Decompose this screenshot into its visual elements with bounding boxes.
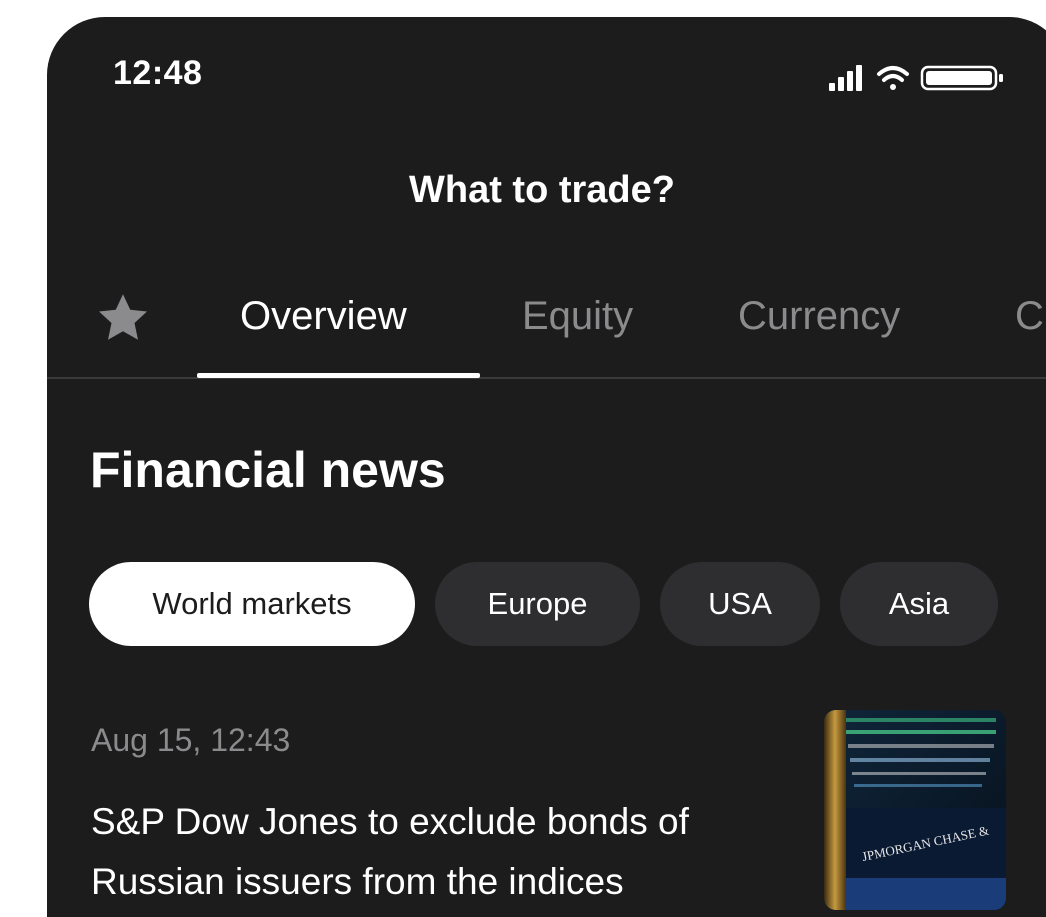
filter-chip-usa[interactable]: USA: [660, 562, 820, 646]
wifi-icon: [877, 66, 909, 90]
news-date: Aug 15, 12:43: [91, 722, 291, 758]
status-icons: [829, 65, 1003, 91]
tab-currency[interactable]: Currency: [738, 294, 900, 339]
tab-commodities[interactable]: C: [1015, 294, 1044, 339]
news-headline[interactable]: S&P Dow Jones to exclude bonds of Russia…: [91, 792, 791, 912]
battery-icon: [920, 65, 1003, 91]
filter-chip-asia[interactable]: Asia: [840, 562, 998, 646]
tab-equity[interactable]: Equity: [522, 294, 633, 339]
filter-chip-europe[interactable]: Europe: [435, 562, 640, 646]
active-tab-indicator: [197, 373, 480, 378]
star-icon[interactable]: [93, 288, 153, 348]
section-title: Financial news: [90, 442, 446, 498]
phone-screen: 12:48 What to trade? Overview Equity Cur…: [47, 17, 1046, 917]
screen-title: What to trade?: [409, 169, 675, 211]
news-thumbnail[interactable]: JPMORGAN CHASE &: [824, 710, 1006, 910]
tab-bar: Overview Equity Currency C: [47, 282, 1046, 379]
tab-overview[interactable]: Overview: [240, 294, 407, 339]
cellular-signal-icon: [829, 65, 862, 91]
status-time: 12:48: [113, 54, 203, 92]
filter-chip-world-markets[interactable]: World markets: [89, 562, 415, 646]
